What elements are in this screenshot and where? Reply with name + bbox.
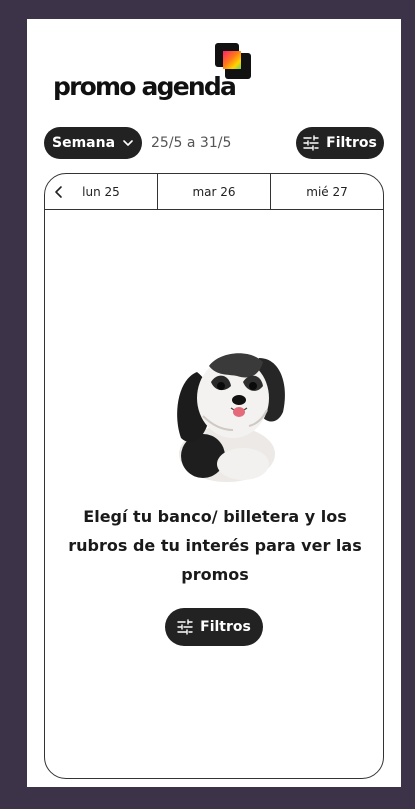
dog-illustration	[177, 353, 285, 482]
filters-button[interactable]: Filtros	[296, 127, 384, 159]
day-label: mar 26	[192, 184, 236, 199]
brand-logo-text: promo agenda	[53, 72, 237, 101]
brand-logo-icon	[215, 43, 251, 79]
sliders-icon	[303, 135, 319, 151]
chevron-down-icon	[123, 140, 133, 146]
app-screen: promo agenda Semana 25/5 a 31/5 Filtros	[27, 19, 401, 787]
empty-state-message: Elegí tu banco/ billetera y los rubros d…	[68, 507, 362, 584]
chevron-left-icon[interactable]	[53, 185, 65, 199]
sliders-icon	[177, 619, 193, 635]
day-tab-3[interactable]: mié 27	[270, 174, 383, 209]
empty-state-filters-label: Filtros	[200, 619, 251, 635]
day-tab-2[interactable]: mar 26	[157, 174, 270, 209]
date-range-text: 25/5 a 31/5	[151, 135, 232, 151]
calendar-card: lun 25 mar 26 mié 27 Elegí tu banco/ bil…	[44, 173, 384, 779]
empty-state-filters-button[interactable]: Filtros	[165, 608, 263, 646]
week-select-button[interactable]: Semana	[44, 127, 142, 159]
week-select-label: Semana	[51, 135, 116, 151]
day-label: lun 25	[82, 184, 120, 199]
day-tab-1[interactable]: lun 25	[45, 174, 157, 209]
day-header: lun 25 mar 26 mié 27	[45, 174, 383, 210]
day-label: mié 27	[306, 184, 348, 199]
filters-button-label: Filtros	[326, 135, 377, 151]
